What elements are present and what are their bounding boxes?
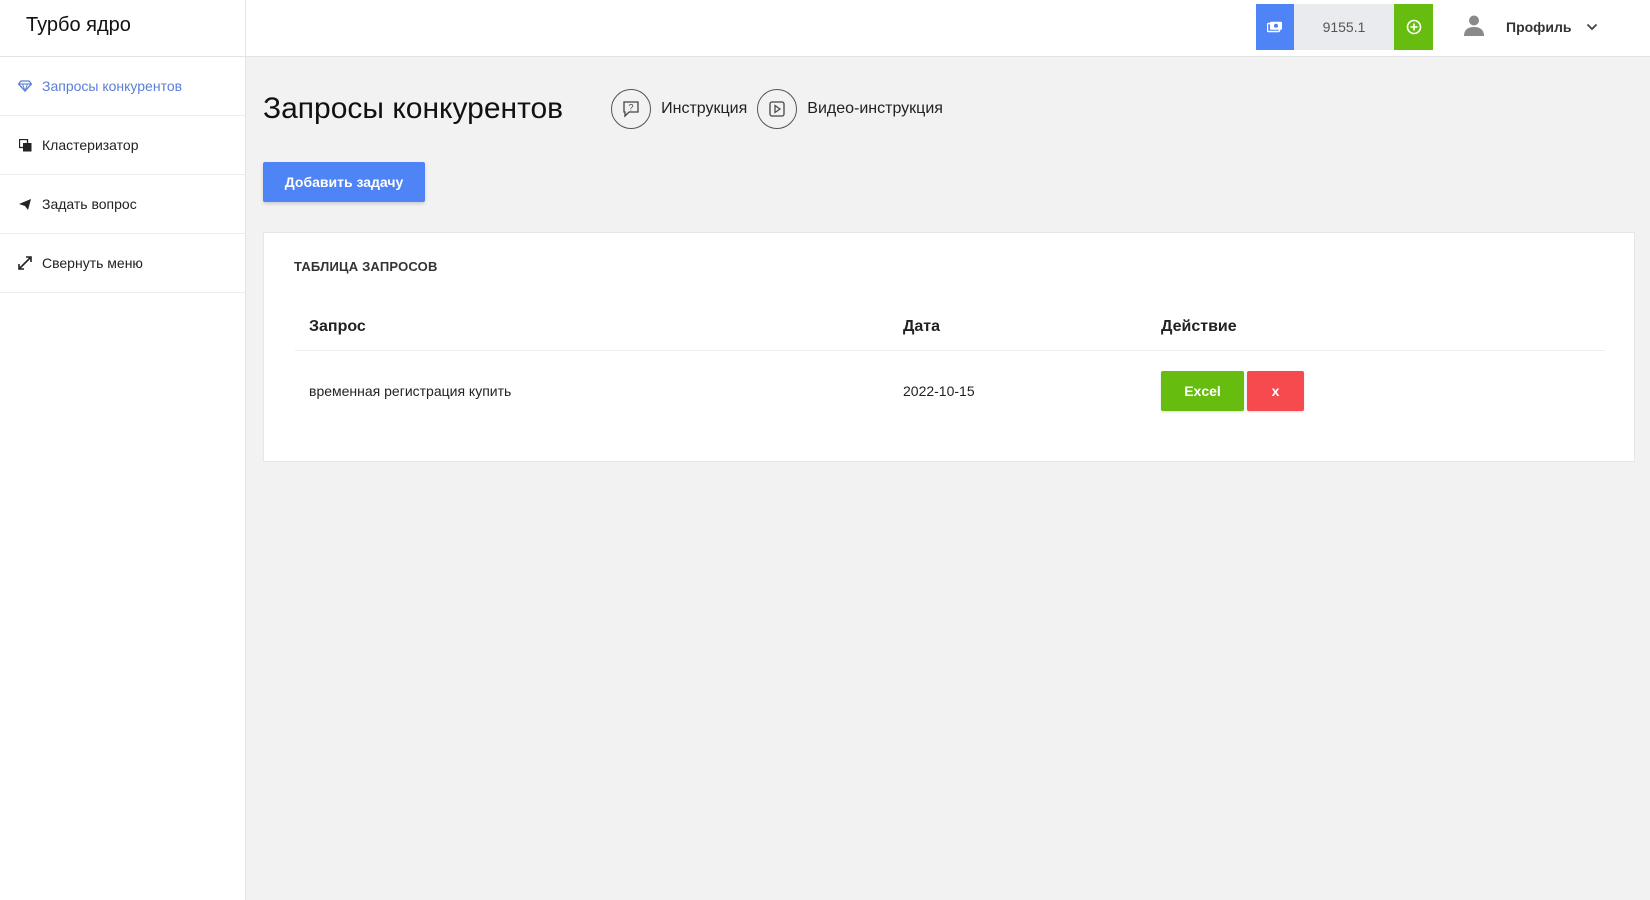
column-header-action: Действие bbox=[1161, 317, 1237, 335]
excel-button[interactable]: Excel bbox=[1161, 371, 1244, 411]
page-title: Запросы конкурентов bbox=[263, 92, 564, 125]
top-bar: Турбо ядро 9155.1 Профиль bbox=[0, 0, 1650, 57]
paper-plane-icon bbox=[17, 196, 33, 212]
sidebar-item-ask-question[interactable]: Задать вопрос bbox=[0, 175, 245, 234]
instruction-link[interactable]: ? Инструкция bbox=[611, 89, 747, 129]
expand-arrows-icon bbox=[17, 255, 33, 271]
sidebar-item-label: Свернуть меню bbox=[42, 255, 143, 271]
question-chat-icon: ? bbox=[611, 89, 652, 129]
instruction-label: Инструкция bbox=[661, 100, 748, 117]
table-row: временная регистрация купить 2022-10-15 … bbox=[295, 351, 1605, 431]
add-balance-button[interactable] bbox=[1394, 4, 1433, 50]
money-icon bbox=[1256, 4, 1294, 50]
video-instruction-label: Видео-инструкция bbox=[807, 100, 943, 117]
delete-button[interactable]: x bbox=[1247, 371, 1304, 411]
column-header-date: Дата bbox=[903, 317, 941, 335]
queries-card: ТАБЛИЦА ЗАПРОСОВ Запрос Дата Действие вр… bbox=[263, 232, 1635, 462]
video-instruction-link[interactable]: Видео-инструкция bbox=[757, 89, 943, 129]
sidebar-item-clusterizer[interactable]: Кластеризатор bbox=[0, 116, 245, 175]
sidebar-item-label: Запросы конкурентов bbox=[42, 78, 183, 94]
chevron-down-icon bbox=[1586, 18, 1598, 36]
sidebar-item-label: Кластеризатор bbox=[42, 137, 139, 153]
cell-query: временная регистрация купить bbox=[309, 383, 512, 399]
queries-table: Запрос Дата Действие временная регистрац… bbox=[295, 303, 1605, 431]
sidebar-item-label: Задать вопрос bbox=[42, 196, 137, 212]
profile-menu[interactable]: Профиль bbox=[1462, 10, 1598, 44]
plus-circle-icon bbox=[1406, 19, 1421, 35]
svg-text:?: ? bbox=[629, 103, 634, 113]
column-header-query: Запрос bbox=[309, 317, 366, 335]
user-icon bbox=[1462, 13, 1486, 42]
profile-label: Профиль bbox=[1506, 19, 1572, 35]
table-header-row: Запрос Дата Действие bbox=[295, 303, 1605, 351]
balance-value: 9155.1 bbox=[1294, 4, 1394, 50]
card-title: ТАБЛИЦА ЗАПРОСОВ bbox=[294, 259, 438, 274]
title-row: Запросы конкурентов ? Инструкция Видео-и… bbox=[263, 87, 943, 131]
sidebar: Запросы конкурентов Кластеризатор Задать… bbox=[0, 57, 246, 900]
brand-logo[interactable]: Турбо ядро bbox=[0, 0, 246, 57]
play-icon bbox=[757, 89, 798, 129]
sidebar-item-collapse-menu[interactable]: Свернуть меню bbox=[0, 234, 245, 293]
diamond-icon bbox=[17, 78, 33, 94]
copy-icon bbox=[17, 137, 33, 153]
sidebar-item-competitor-queries[interactable]: Запросы конкурентов bbox=[0, 57, 245, 116]
add-task-button[interactable]: Добавить задачу bbox=[263, 162, 425, 202]
cell-date: 2022-10-15 bbox=[903, 383, 975, 399]
cell-actions: Excel x bbox=[1161, 371, 1605, 411]
balance-widget: 9155.1 bbox=[1256, 4, 1433, 50]
